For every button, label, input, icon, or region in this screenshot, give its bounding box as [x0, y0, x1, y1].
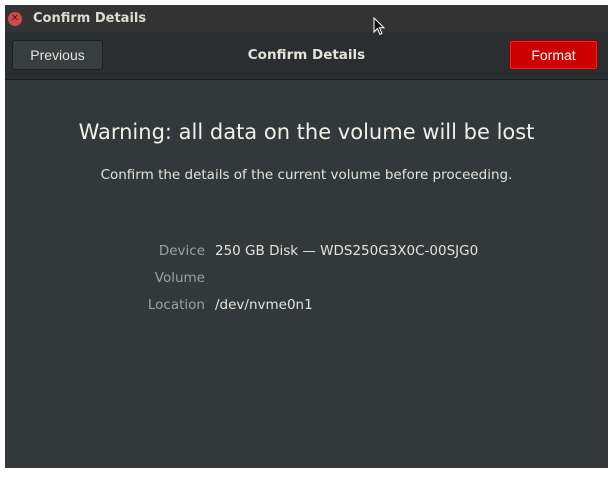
header-bar: Previous Confirm Details Format [5, 32, 608, 80]
warning-heading: Warning: all data on the volume will be … [78, 120, 535, 144]
details-list: Device 250 GB Disk — WDS250G3X0C-00SJG0 … [5, 243, 608, 324]
title-bar[interactable]: ✕ Confirm Details [5, 5, 608, 32]
device-label: Device [158, 243, 205, 259]
volume-label: Volume [154, 270, 205, 286]
location-value: /dev/nvme0n1 [215, 297, 313, 313]
confirm-subtitle: Confirm the details of the current volum… [100, 167, 513, 183]
detail-row-device: Device 250 GB Disk — WDS250G3X0C-00SJG0 [5, 243, 608, 270]
previous-button[interactable]: Previous [12, 40, 103, 70]
dialog-window: ✕ Confirm Details Previous Confirm Detai… [5, 5, 608, 468]
mouse-pointer-icon [373, 17, 385, 36]
detail-row-location: Location /dev/nvme0n1 [5, 297, 608, 324]
window-title: Confirm Details [33, 11, 147, 26]
format-button[interactable]: Format [509, 40, 598, 70]
location-label: Location [147, 297, 205, 313]
detail-row-volume: Volume [5, 270, 608, 297]
close-icon[interactable]: ✕ [8, 11, 22, 26]
device-value: 250 GB Disk — WDS250G3X0C-00SJG0 [215, 243, 479, 259]
